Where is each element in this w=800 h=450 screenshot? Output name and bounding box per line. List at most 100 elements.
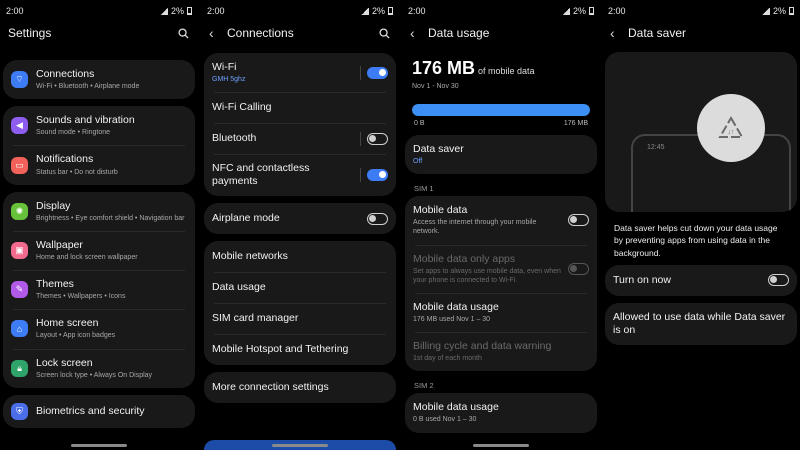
allowed-apps-card: Allowed to use data while Data saver is … — [605, 302, 797, 346]
mobile-data-usage-sim2-item[interactable]: Mobile data usage 0 B used Nov 1 – 30 — [405, 393, 597, 432]
mobile-data-usage-sim1-item[interactable]: Mobile data usage 176 MB used Nov 1 – 30 — [405, 292, 597, 332]
settings-group-display: ✺ Display Brightness • Eye comfort shield… — [3, 191, 195, 388]
connections-group-2: Airplane mode — [204, 203, 396, 235]
airplane-mode-toggle[interactable] — [367, 212, 388, 225]
settings-item-label: Notifications — [36, 153, 94, 166]
airplane-mode-item[interactable]: Airplane mode — [204, 203, 396, 234]
wifi-icon: ⌔ — [11, 71, 28, 89]
data-saver-toggle[interactable] — [768, 274, 789, 287]
hotspot-label: Mobile Hotspot and Tethering — [212, 343, 349, 356]
battery-icon — [589, 7, 594, 15]
data-saver-label: Data saver — [413, 143, 464, 155]
turn-on-now-item[interactable]: Turn on now — [605, 265, 797, 296]
mobile-data-only-apps-item[interactable]: Mobile data only apps Set apps to always … — [405, 244, 597, 293]
bluetooth-item[interactable]: Bluetooth — [204, 123, 396, 154]
usage-period: Nov 1 - Nov 30 — [412, 83, 459, 90]
search-icon[interactable] — [377, 26, 391, 40]
more-connection-settings-label: More connection settings — [212, 381, 329, 394]
settings-group-sounds: ◀ Sounds and vibration Sound mode • Ringt… — [3, 106, 195, 185]
gesture-bar — [71, 444, 127, 447]
wifi-item[interactable]: Wi-Fi GMH 5ghz — [204, 53, 396, 92]
data-saver-icon: ↓↑ — [718, 116, 744, 138]
turn-on-card: Turn on now — [605, 264, 797, 296]
nfc-item[interactable]: NFC and contactless payments — [204, 154, 396, 196]
settings-item-sub: Wi-Fi • Bluetooth • Airplane mode — [36, 83, 140, 91]
wifi-toggle[interactable] — [367, 66, 388, 79]
page-title: Data saver — [628, 26, 687, 40]
settings-item-home-screen[interactable]: ⌂ Home screen Layout • App icon badges — [3, 309, 195, 348]
themes-icon: ✎ — [11, 281, 28, 299]
usage-amount: 176 MB — [412, 58, 476, 78]
settings-item-label: Display — [36, 199, 71, 212]
connections-group-1: Wi-Fi GMH 5ghz Wi-Fi Calling Bluetooth NF… — [204, 53, 396, 197]
settings-item-wallpaper[interactable]: ▣ Wallpaper Home and lock screen wallpape… — [3, 230, 195, 270]
data-saver-illustration: 12:45 ↓↑ — [605, 52, 797, 212]
settings-group-connections: ⌔ Connections Wi-Fi • Bluetooth • Airplan… — [3, 60, 195, 100]
allowed-apps-item[interactable]: Allowed to use data while Data saver is … — [605, 303, 797, 345]
settings-item-label: Connections — [36, 68, 95, 80]
sim2-card: Mobile data usage 0 B used Nov 1 – 30 — [405, 393, 597, 433]
mobile-data-usage-label: Mobile data usage — [413, 401, 499, 414]
back-arrow-icon[interactable]: ‹ — [610, 25, 628, 41]
data-saver-status: Off — [413, 158, 423, 166]
mobile-data-toggle[interactable] — [568, 214, 589, 227]
data-saver-screen: 2:00 2% ‹ Data saver 12:45 ↓↑ Data saver… — [602, 0, 800, 450]
billing-cycle-item[interactable]: Billing cycle and data warning 1st day of… — [405, 332, 597, 371]
illustration-clock: 12:45 — [647, 144, 665, 151]
shield-icon: ⛨ — [11, 402, 28, 420]
hotspot-item[interactable]: Mobile Hotspot and Tethering — [204, 334, 396, 365]
usage-suffix: of mobile data — [478, 66, 535, 76]
wifi-label: Wi-Fi — [212, 61, 237, 73]
usage-bar-fill — [412, 104, 590, 116]
sim1-card: Mobile data Access the internet through y… — [405, 196, 597, 372]
airplane-mode-label: Airplane mode — [212, 212, 280, 225]
status-bar: 2:00 2% — [201, 0, 399, 22]
allowed-apps-label: Allowed to use data while Data saver is … — [613, 310, 786, 337]
bluetooth-label: Bluetooth — [212, 132, 257, 145]
settings-item-label: Home screen — [36, 317, 99, 330]
bluetooth-toggle[interactable] — [367, 132, 388, 145]
settings-item-display[interactable]: ✺ Display Brightness • Eye comfort shield… — [3, 192, 195, 231]
mobile-data-usage-label: Mobile data usage — [413, 300, 499, 313]
back-arrow-icon[interactable]: ‹ — [410, 25, 428, 41]
settings-item-lock-screen[interactable]: 🔒︎ Lock screen Screen lock type • Always … — [3, 348, 195, 388]
settings-header: Settings — [0, 22, 198, 44]
mobile-data-only-apps-sub: Set apps to always use mobile data, even… — [413, 267, 561, 284]
status-time: 2:00 — [608, 6, 626, 16]
mobile-data-usage-sub: 176 MB used Nov 1 – 30 — [413, 315, 491, 323]
mobile-networks-item[interactable]: Mobile networks — [204, 241, 396, 272]
sim-card-manager-item[interactable]: SIM card manager — [204, 303, 396, 334]
data-usage-screen: 2:00 2% ‹ Data usage 176 MB of mobile dat… — [402, 0, 600, 450]
mobile-data-only-apps-toggle[interactable] — [568, 262, 589, 275]
settings-group-biometrics: ⛨ Biometrics and security — [3, 394, 195, 428]
settings-item-sub: Home and lock screen wallpaper — [36, 254, 138, 261]
settings-item-label: Biometrics and security — [36, 404, 145, 417]
svg-text:↓↑: ↓↑ — [728, 129, 735, 136]
search-icon[interactable] — [176, 26, 190, 40]
settings-item-themes[interactable]: ✎ Themes Themes • Wallpapers • Icons — [3, 270, 195, 309]
billing-cycle-label: Billing cycle and data warning — [413, 340, 552, 353]
data-usage-item[interactable]: Data usage — [204, 272, 396, 303]
mobile-data-only-apps-label: Mobile data only apps — [413, 252, 516, 265]
sun-icon: ✺ — [11, 202, 28, 220]
data-saver-item[interactable]: Data saver Off — [405, 135, 597, 174]
scale-min: 0 B — [414, 120, 425, 127]
battery-level: 2% — [772, 6, 786, 16]
mobile-data-item[interactable]: Mobile data Access the internet through y… — [405, 196, 597, 244]
sim-card-manager-label: SIM card manager — [212, 312, 299, 325]
settings-item-sounds[interactable]: ◀ Sounds and vibration Sound mode • Ringt… — [3, 106, 195, 145]
settings-item-notifications[interactable]: ▭ Notifications Status bar • Do not distu… — [3, 145, 195, 184]
nfc-toggle[interactable] — [367, 169, 388, 182]
settings-item-biometrics[interactable]: ⛨ Biometrics and security — [3, 395, 195, 428]
settings-item-connections[interactable]: ⌔ Connections Wi-Fi • Bluetooth • Airplan… — [3, 60, 195, 99]
battery-level: 2% — [170, 6, 184, 16]
connections-screen: 2:00 2% ‹ Connections Wi-Fi GMH 5ghz Wi-F… — [201, 0, 399, 450]
back-arrow-icon[interactable]: ‹ — [209, 25, 227, 41]
wifi-calling-item[interactable]: Wi-Fi Calling — [204, 92, 396, 123]
settings-item-label: Sounds and vibration — [36, 114, 135, 127]
battery-level: 2% — [371, 6, 385, 16]
page-title: Data usage — [428, 26, 490, 40]
settings-item-sub: Layout • App icon badges — [36, 332, 116, 340]
connections-header: ‹ Connections — [201, 22, 399, 44]
more-connection-settings-item[interactable]: More connection settings — [204, 372, 396, 403]
